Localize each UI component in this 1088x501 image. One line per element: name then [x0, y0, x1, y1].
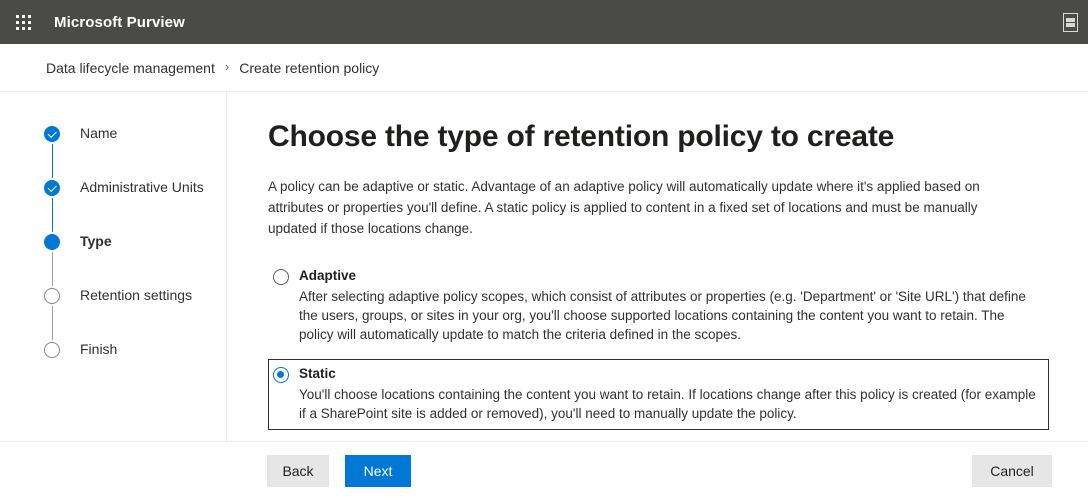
option-description: After selecting adaptive policy scopes, … [299, 289, 1026, 342]
wizard-step-label[interactable]: Name [80, 124, 117, 143]
option-title: Adaptive [299, 268, 357, 283]
wizard-step-finish[interactable]: Finish [44, 340, 226, 359]
step-connector [51, 198, 54, 232]
option-text-block: Adaptive After selecting adaptive policy… [299, 267, 1042, 344]
step-current-dot-icon [44, 234, 60, 250]
option-description: You'll choose locations containing the c… [299, 387, 1036, 421]
wizard-step-retention-settings[interactable]: Retention settings [44, 286, 226, 340]
cancel-button[interactable]: Cancel [972, 454, 1052, 487]
wizard-step-label[interactable]: Finish [80, 340, 117, 359]
step-connector [51, 252, 54, 286]
wizard-step-label[interactable]: Type [80, 232, 112, 251]
page-title: Choose the type of retention policy to c… [268, 120, 895, 153]
step-complete-check-icon [44, 126, 60, 142]
wizard-footer: Back Next Cancel [0, 442, 1088, 499]
back-button[interactable]: Back [267, 454, 329, 487]
step-complete-check-icon [44, 180, 60, 196]
radio-adaptive-icon[interactable] [273, 269, 289, 285]
breadcrumb: Data lifecycle management › Create reten… [0, 44, 1088, 92]
radio-static-icon[interactable] [273, 367, 289, 383]
app-launcher-button[interactable] [8, 7, 38, 37]
wizard-step-label[interactable]: Retention settings [80, 286, 192, 305]
breadcrumb-separator-icon: › [224, 59, 230, 74]
main-content: Choose the type of retention policy to c… [227, 92, 1088, 441]
suite-bar: Microsoft Purview [0, 0, 1088, 44]
breadcrumb-item-data-lifecycle-management[interactable]: Data lifecycle management [46, 60, 215, 76]
step-connector [51, 306, 54, 340]
breadcrumb-item-create-retention-policy: Create retention policy [239, 59, 380, 76]
next-button[interactable]: Next [345, 454, 411, 487]
suite-title: Microsoft Purview [54, 13, 185, 31]
policy-type-option-adaptive[interactable]: Adaptive After selecting adaptive policy… [268, 261, 1049, 351]
option-spacer [268, 351, 1050, 359]
option-text-block: Static You'll choose locations containin… [299, 365, 1042, 423]
wizard-step-type[interactable]: Type [44, 232, 226, 286]
wizard-step-label[interactable]: Administrative Units [80, 178, 204, 197]
page-description: A policy can be adaptive or static. Adva… [268, 179, 980, 236]
wizard-step-name[interactable]: Name [44, 124, 226, 178]
step-pending-circle-icon [44, 288, 60, 304]
suite-bar-actions [1063, 0, 1078, 44]
option-title: Static [299, 366, 336, 381]
page-body: Name Administrative Units Type Retention… [0, 92, 1088, 442]
step-connector [51, 144, 54, 178]
wizard-step-administrative-units[interactable]: Administrative Units [44, 178, 226, 232]
waffle-grid-icon [15, 14, 31, 30]
step-pending-circle-icon [44, 342, 60, 358]
policy-type-option-static[interactable]: Static You'll choose locations containin… [268, 359, 1049, 430]
wizard-step-rail: Name Administrative Units Type Retention… [0, 92, 227, 441]
feedback-glyph-icon[interactable] [1063, 12, 1078, 32]
